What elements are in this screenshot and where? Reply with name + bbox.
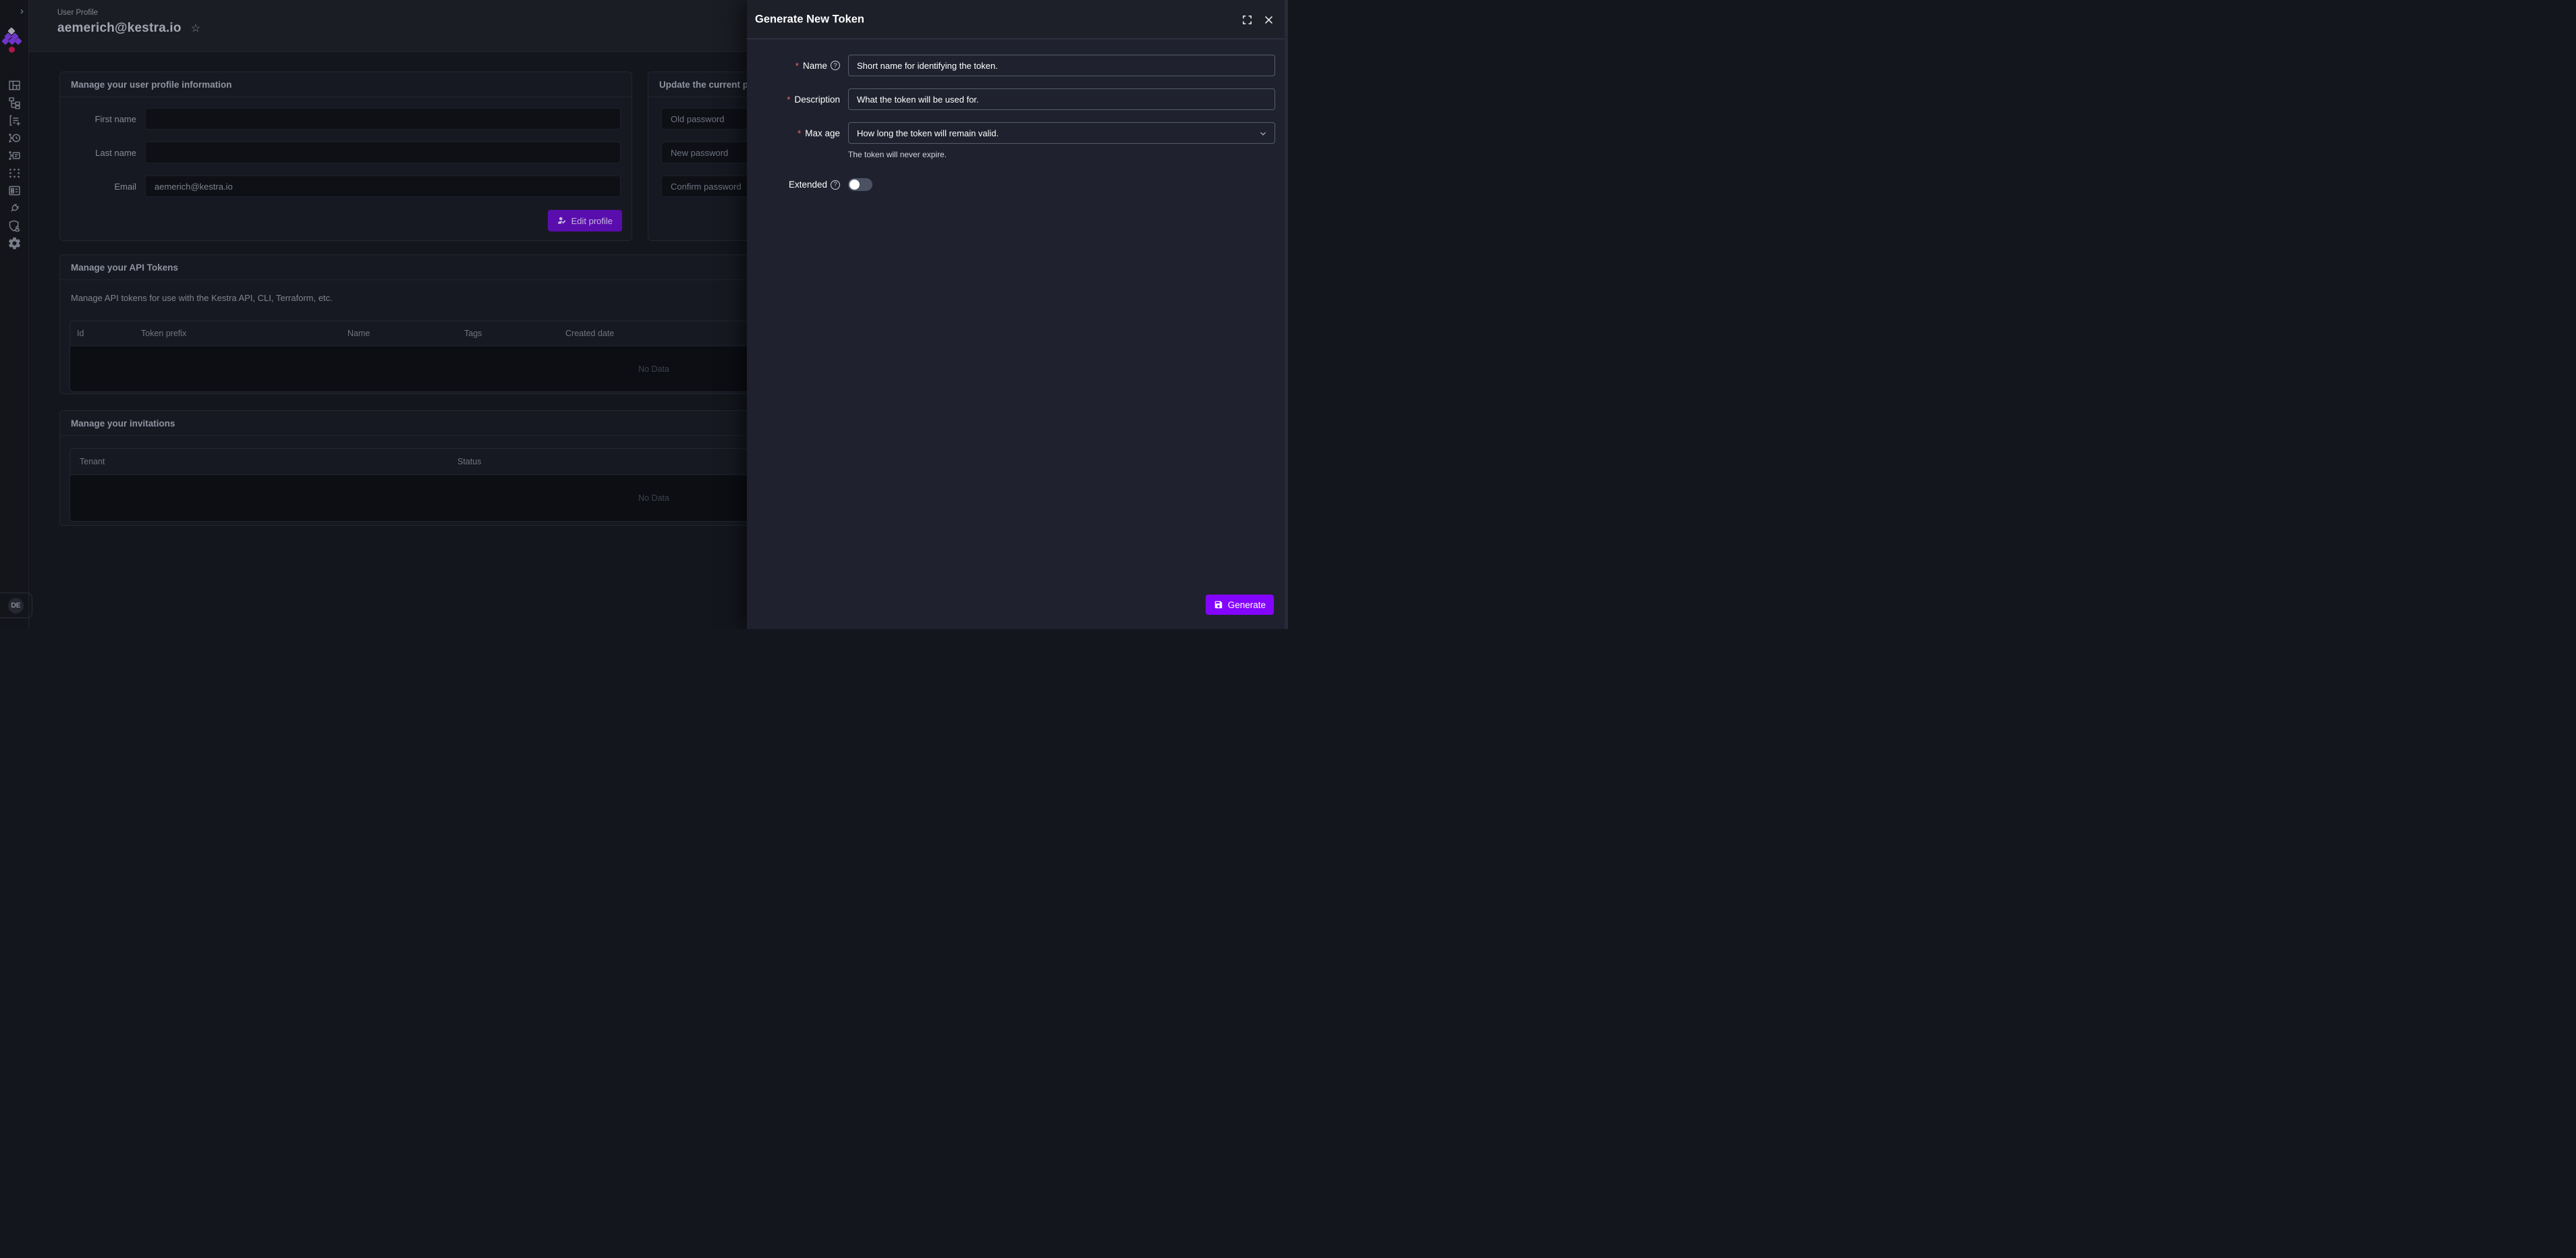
sidebar-item-apps[interactable] bbox=[7, 112, 23, 128]
sidebar-expand-chevron-icon[interactable]: › bbox=[20, 6, 24, 16]
breadcrumb: User Profile bbox=[57, 9, 98, 17]
max-age-select[interactable]: How long the token will remain valid. bbox=[848, 122, 1275, 144]
save-icon bbox=[1214, 600, 1223, 609]
logo-dot bbox=[9, 47, 15, 53]
token-description-field[interactable] bbox=[848, 88, 1275, 110]
sidebar-item-executions[interactable] bbox=[7, 130, 23, 146]
apps-icon bbox=[7, 113, 22, 128]
email-label: Email bbox=[71, 182, 145, 192]
sidebar-item-namespaces[interactable] bbox=[7, 165, 23, 181]
close-button[interactable] bbox=[1263, 14, 1275, 26]
close-icon bbox=[1263, 14, 1275, 26]
drawer-title: Generate New Token bbox=[755, 13, 864, 26]
required-asterisk: * bbox=[797, 128, 801, 138]
extended-label: Extended ? bbox=[747, 180, 840, 190]
scrollbar[interactable] bbox=[1285, 0, 1288, 629]
first-name-row: First name bbox=[71, 108, 621, 130]
fullscreen-icon bbox=[1241, 14, 1253, 26]
executions-icon bbox=[7, 131, 22, 145]
generate-button[interactable]: Generate bbox=[1206, 595, 1274, 615]
blueprints-icon bbox=[7, 184, 22, 198]
token-name-field[interactable] bbox=[848, 55, 1275, 76]
sidebar-item-administration[interactable] bbox=[7, 217, 23, 234]
token-name-row: * Name ? bbox=[747, 55, 1275, 76]
extended-row: Extended ? bbox=[747, 178, 1275, 191]
sidebar-item-logs[interactable] bbox=[7, 147, 23, 163]
first-name-label: First name bbox=[71, 114, 145, 124]
token-max-age-label-text: Max age bbox=[805, 128, 840, 138]
extended-toggle[interactable] bbox=[848, 178, 872, 191]
sidebar: › bbox=[0, 0, 29, 629]
email-field[interactable] bbox=[145, 175, 621, 197]
edit-profile-label: Edit profile bbox=[571, 216, 613, 226]
column-header-tags: Tags bbox=[457, 329, 559, 338]
generate-token-drawer: Generate New Token * Name ? * Desc bbox=[747, 0, 1288, 629]
token-description-row: * Description bbox=[747, 88, 1275, 110]
extended-label-text: Extended bbox=[789, 180, 827, 190]
administration-icon bbox=[7, 219, 22, 233]
namespaces-icon bbox=[7, 166, 22, 180]
column-header-tenant: Tenant bbox=[70, 457, 451, 466]
help-icon[interactable]: ? bbox=[831, 180, 840, 190]
required-asterisk: * bbox=[787, 94, 790, 105]
token-name-label: * Name ? bbox=[747, 61, 840, 71]
max-age-select-value: How long the token will remain valid. bbox=[857, 128, 999, 138]
favorite-star-icon[interactable]: ☆ bbox=[191, 22, 200, 35]
sidebar-nav bbox=[0, 77, 29, 251]
max-age-helper-text: The token will never expire. bbox=[848, 150, 1275, 159]
email-row: Email bbox=[71, 175, 621, 197]
kestra-logo[interactable] bbox=[0, 27, 29, 58]
account-edit-icon bbox=[557, 216, 567, 225]
token-description-label: * Description bbox=[747, 94, 840, 105]
plugins-icon bbox=[7, 201, 22, 215]
drawer-header: Generate New Token bbox=[747, 0, 1288, 39]
fullscreen-button[interactable] bbox=[1241, 14, 1253, 26]
column-header-id: Id bbox=[70, 329, 134, 338]
sidebar-item-settings[interactable] bbox=[7, 235, 23, 251]
last-name-label: Last name bbox=[71, 148, 145, 158]
token-max-age-label: * Max age bbox=[747, 128, 840, 138]
sidebar-user-badge[interactable]: DE bbox=[0, 593, 32, 618]
avatar: DE bbox=[8, 598, 24, 613]
profile-card-title: Manage your user profile information bbox=[60, 72, 632, 97]
last-name-field[interactable] bbox=[145, 142, 621, 163]
token-max-age-row: * Max age How long the token will remain… bbox=[747, 122, 1275, 144]
edit-profile-button[interactable]: Edit profile bbox=[548, 210, 622, 231]
token-description-label-text: Description bbox=[794, 94, 840, 105]
flows-icon bbox=[7, 96, 22, 110]
required-asterisk: * bbox=[795, 61, 799, 71]
api-tokens-description: Manage API tokens for use with the Kestr… bbox=[71, 293, 333, 303]
token-name-label-text: Name bbox=[803, 61, 827, 71]
first-name-field[interactable] bbox=[145, 108, 621, 130]
chevron-down-icon bbox=[1258, 129, 1268, 138]
logs-icon bbox=[7, 148, 22, 163]
sidebar-item-plugins[interactable] bbox=[7, 200, 23, 216]
last-name-row: Last name bbox=[71, 142, 621, 163]
sidebar-item-flows[interactable] bbox=[7, 94, 23, 111]
toggle-knob bbox=[849, 180, 860, 190]
settings-icon bbox=[7, 236, 22, 250]
help-icon[interactable]: ? bbox=[831, 61, 840, 70]
generate-button-label: Generate bbox=[1228, 600, 1266, 610]
profile-card: Manage your user profile information Fir… bbox=[59, 72, 632, 241]
page-title: aemerich@kestra.io bbox=[57, 21, 181, 36]
column-header-token-prefix: Token prefix bbox=[134, 329, 341, 338]
dashboard-icon bbox=[7, 78, 22, 92]
drawer-body: * Name ? * Description * Max age bbox=[747, 39, 1288, 191]
app-root: › bbox=[0, 0, 1288, 629]
column-header-name: Name bbox=[341, 329, 457, 338]
sidebar-item-dashboard[interactable] bbox=[7, 77, 23, 93]
sidebar-item-blueprints[interactable] bbox=[7, 182, 23, 198]
